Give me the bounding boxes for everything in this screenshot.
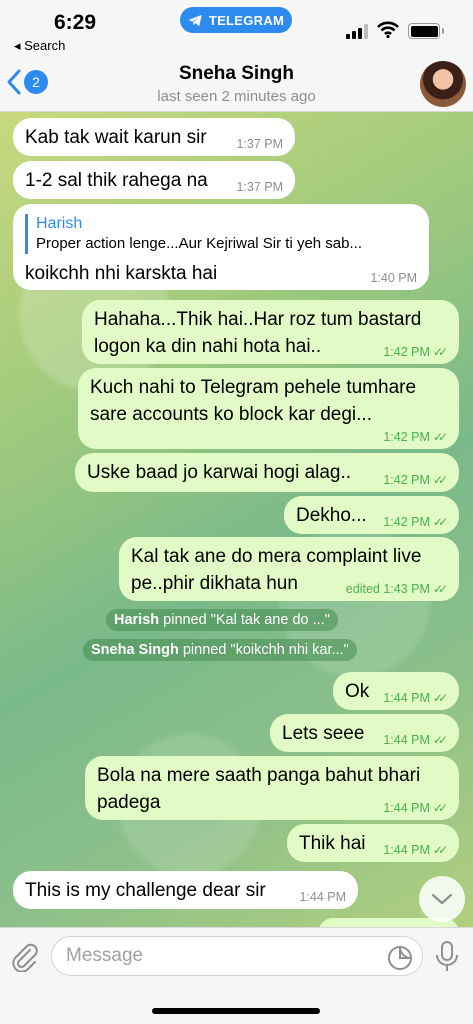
message-text: 1-2 sal thik rahega na xyxy=(25,170,208,191)
message-text: Kab tak wait karun sir xyxy=(25,127,207,148)
reply-author: Harish xyxy=(36,215,83,232)
double-check-icon: ✓✓ xyxy=(432,843,448,857)
service-text: pinned "Kal tak ane do ..." xyxy=(163,612,330,628)
message-input[interactable] xyxy=(52,937,372,975)
message-bubble[interactable]: Kuch nahi to Telegram pehele tumhare sar… xyxy=(78,368,459,449)
message-text: Uske baad jo karwai hogi alag.. xyxy=(87,462,352,483)
double-check-icon: ✓✓ xyxy=(432,430,448,444)
message-time: 1:42 PM xyxy=(383,430,430,444)
message-time: 1:44 PM xyxy=(383,733,430,747)
message-text: Ok xyxy=(345,681,370,702)
service-actor: Harish xyxy=(114,612,160,628)
status-time: 6:29 xyxy=(54,11,97,34)
message-text: Dekho... xyxy=(296,505,367,526)
message-time: 1:37 PM xyxy=(236,180,283,194)
message-text: Lets seee xyxy=(282,723,365,744)
message-bubble[interactable]: Bola na mere saath panga bahut bhari pad… xyxy=(85,756,459,820)
microphone-icon[interactable] xyxy=(434,940,460,974)
pinned-service-message: Harish pinned "Kal tak ane do ..." xyxy=(106,609,338,631)
double-check-icon: ✓✓ xyxy=(432,691,448,705)
contact-avatar[interactable] xyxy=(420,61,466,107)
message-bubble[interactable]: This is my challenge dear sir 1:44 PM xyxy=(13,871,358,909)
message-bubble[interactable]: Kal tak ane do mera complaint live pe..p… xyxy=(119,537,459,601)
back-to-search-link[interactable]: ◂ Search xyxy=(14,38,65,54)
service-actor: Sneha Singh xyxy=(91,642,179,658)
message-text: Hahaha...Thik hai..Har roz tum bastard l… xyxy=(94,309,422,357)
wifi-icon xyxy=(377,21,399,38)
message-bubble[interactable]: Kab tak wait karun sir 1:37 PM xyxy=(13,118,295,156)
app-pill-label: TELEGRAM xyxy=(208,12,285,28)
chat-area[interactable]: Kab tak wait karun sir 1:37 PM 1-2 sal t… xyxy=(0,112,473,927)
message-text: koikchh nhi karskta hai xyxy=(25,263,218,284)
message-bubble[interactable]: Uske baad jo karwai hogi alag.. 1:42 PM ✓… xyxy=(75,453,459,492)
message-text: This is my challenge dear sir xyxy=(25,880,266,901)
service-text: pinned "koikchh nhi kar..." xyxy=(182,642,349,658)
chevron-down-icon xyxy=(431,893,453,905)
pinned-service-message: Sneha Singh pinned "koikchh nhi kar..." xyxy=(83,639,357,661)
message-time: 1:40 PM xyxy=(370,271,417,285)
double-check-icon: ✓✓ xyxy=(432,345,448,359)
message-bubble[interactable]: Harish Proper action lenge...Aur Kejriwa… xyxy=(13,204,429,290)
sticker-icon[interactable] xyxy=(387,945,413,971)
message-time: 1:44 PM xyxy=(383,843,430,857)
double-check-icon: ✓✓ xyxy=(432,801,448,815)
message-time: 1:42 PM xyxy=(383,515,430,529)
paperclip-icon[interactable] xyxy=(10,942,40,972)
message-text: Thik hai xyxy=(299,833,366,854)
double-check-icon: ✓✓ xyxy=(432,582,448,596)
message-time: 1:42 PM xyxy=(383,345,430,359)
message-time: 1:44 PM xyxy=(383,691,430,705)
double-check-icon: ✓✓ xyxy=(432,473,448,487)
status-bar: 6:29 ◂ Search TELEGRAM xyxy=(0,0,473,58)
double-check-icon: ✓✓ xyxy=(432,733,448,747)
reply-quote[interactable]: Harish Proper action lenge...Aur Kejriwa… xyxy=(25,214,417,254)
message-bubble[interactable]: Ok 1:44 PM ✓✓ xyxy=(333,672,459,710)
telegram-app-pill[interactable]: TELEGRAM xyxy=(180,7,292,33)
message-input-bar xyxy=(0,927,473,1024)
message-bubble[interactable]: Lets seee 1:44 PM ✓✓ xyxy=(270,714,459,752)
cellular-signal-icon xyxy=(346,24,368,39)
message-time: edited 1:43 PM xyxy=(345,582,430,596)
message-time: 1:44 PM xyxy=(299,890,346,904)
message-field[interactable] xyxy=(51,936,423,976)
scroll-to-bottom-button[interactable] xyxy=(419,876,465,922)
message-time: 1:37 PM xyxy=(236,137,283,151)
reply-text: Proper action lenge...Aur Kejriwal Sir t… xyxy=(36,235,362,252)
message-bubble[interactable]: Dekho... 1:42 PM ✓✓ xyxy=(284,496,459,534)
last-seen-status: last seen 2 minutes ago xyxy=(157,88,316,105)
message-text: Kuch nahi to Telegram pehele tumhare sar… xyxy=(90,377,417,425)
message-time: 1:44 PM xyxy=(383,801,430,815)
chat-header: 2 Sneha Singh last seen 2 minutes ago xyxy=(0,58,473,112)
home-indicator xyxy=(152,1008,320,1014)
message-time: 1:42 PM xyxy=(383,473,430,487)
message-bubble[interactable]: 1-2 sal thik rahega na 1:37 PM xyxy=(13,161,295,199)
contact-name[interactable]: Sneha Singh xyxy=(0,63,473,85)
message-bubble[interactable]: Thik hai 1:44 PM ✓✓ xyxy=(287,824,459,862)
message-bubble[interactable]: Hahaha...Thik hai..Har roz tum bastard l… xyxy=(82,300,459,364)
telegram-plane-icon xyxy=(188,14,202,26)
message-text: Bola na mere saath panga bahut bhari pad… xyxy=(97,765,421,813)
battery-icon xyxy=(408,23,444,39)
double-check-icon: ✓✓ xyxy=(432,515,448,529)
